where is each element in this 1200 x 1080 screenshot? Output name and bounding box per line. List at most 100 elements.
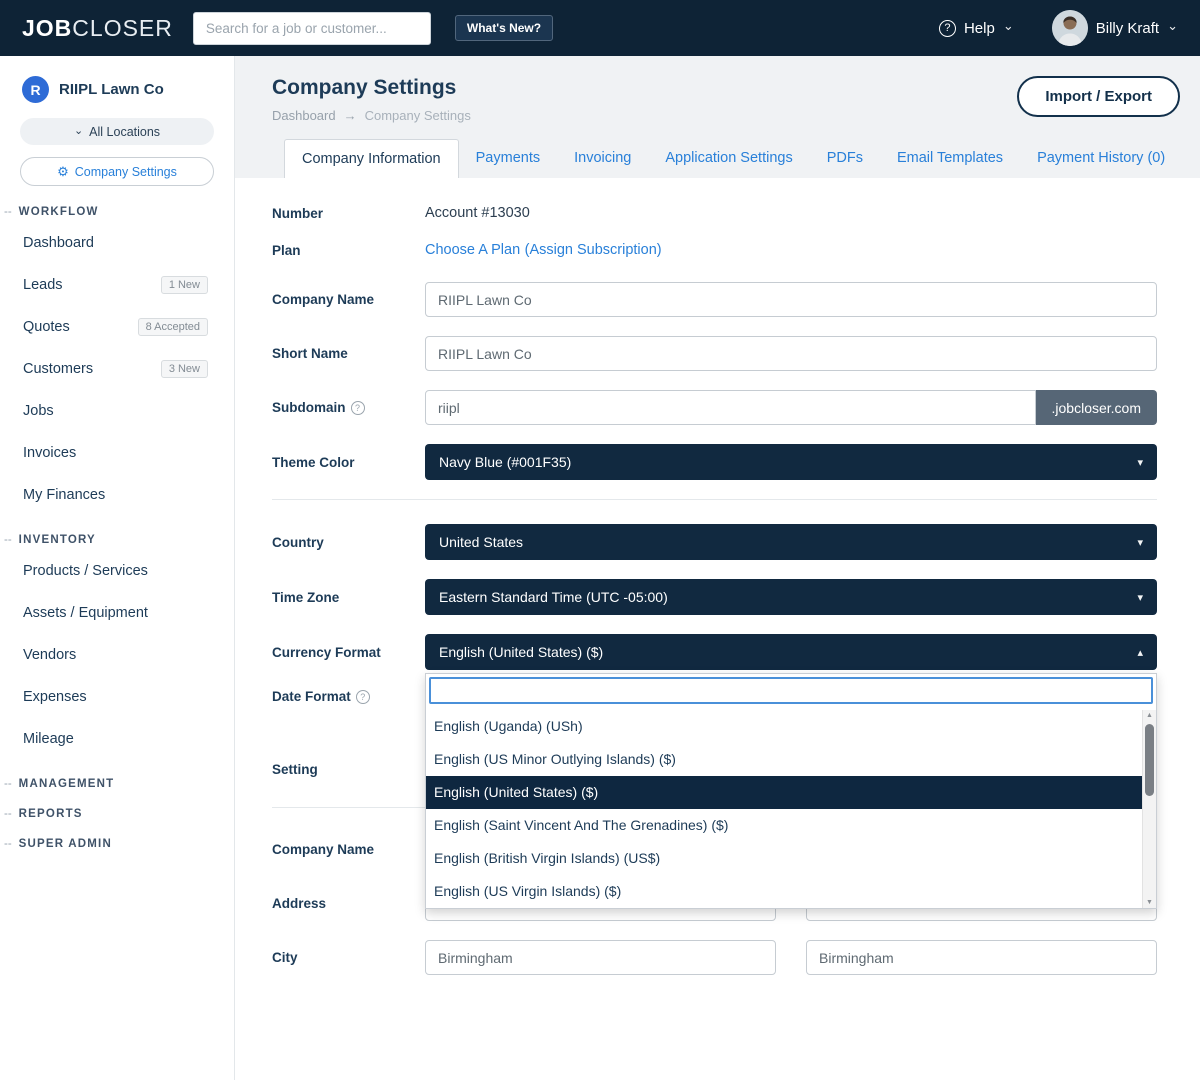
address-company-name-label: Company Name xyxy=(272,842,425,857)
tab-application-settings[interactable]: Application Settings xyxy=(648,139,809,178)
country-value: United States xyxy=(439,534,523,550)
user-avatar xyxy=(1052,10,1088,46)
user-menu[interactable]: Billy Kraft ⌄ xyxy=(1052,10,1178,46)
sidebar-item-label: Customers xyxy=(23,361,93,377)
subdomain-suffix: .jobcloser.com xyxy=(1036,390,1157,425)
country-select[interactable]: United States ▾ xyxy=(425,524,1157,560)
currency-option[interactable]: English (US Virgin Islands) ($) xyxy=(426,875,1142,908)
subdomain-label-text: Subdomain xyxy=(272,400,346,415)
sidebar-item-label: Expenses xyxy=(23,689,87,705)
short-name-row: Short Name xyxy=(272,336,1157,371)
help-icon: ? xyxy=(939,20,956,37)
scroll-up-icon[interactable]: ▲ xyxy=(1143,712,1156,719)
import-export-button[interactable]: Import / Export xyxy=(1017,76,1180,117)
sidebar-item-my-finances[interactable]: My Finances xyxy=(0,474,234,516)
tab-company-information[interactable]: Company Information xyxy=(284,139,459,178)
sidebar-item-quotes[interactable]: Quotes8 Accepted xyxy=(0,306,234,348)
breadcrumb-current: Company Settings xyxy=(365,108,471,123)
subdomain-input[interactable] xyxy=(425,390,1036,425)
sidebar-item-vendors[interactable]: Vendors xyxy=(0,634,234,676)
currency-dropdown-search-input[interactable] xyxy=(429,677,1153,704)
nav-header-label: MANAGEMENT xyxy=(19,778,115,790)
breadcrumb-dashboard[interactable]: Dashboard xyxy=(272,108,336,123)
theme-color-label: Theme Color xyxy=(272,455,425,470)
user-name: Billy Kraft xyxy=(1096,20,1159,37)
setting-label: Setting xyxy=(272,762,425,777)
currency-option[interactable]: English (Saint Vincent And The Grenadine… xyxy=(426,809,1142,842)
global-search-input[interactable] xyxy=(193,12,431,45)
scrollbar-thumb[interactable] xyxy=(1145,724,1154,796)
city-primary-input[interactable] xyxy=(425,940,776,975)
sidebar-item-jobs[interactable]: Jobs xyxy=(0,390,234,432)
sidebar-item-leads[interactable]: Leads1 New xyxy=(0,264,234,306)
sidebar-item-products-services[interactable]: Products / Services xyxy=(0,550,234,592)
main-content: Company Settings Dashboard → Company Set… xyxy=(235,56,1200,1080)
address-label: Address xyxy=(272,896,425,911)
caret-down-icon: ▾ xyxy=(1137,591,1143,604)
nav-header-label: SUPER ADMIN xyxy=(19,838,112,850)
timezone-select[interactable]: Eastern Standard Time (UTC -05:00) ▾ xyxy=(425,579,1157,615)
tab-email-templates[interactable]: Email Templates xyxy=(880,139,1020,178)
company-name-label: Company Name xyxy=(272,292,425,307)
sidebar-item-dashboard[interactable]: Dashboard xyxy=(0,222,234,264)
sidebar-item-expenses[interactable]: Expenses xyxy=(0,676,234,718)
tab-invoicing[interactable]: Invoicing xyxy=(557,139,648,178)
currency-option[interactable]: English (British Virgin Islands) (US$) xyxy=(426,842,1142,875)
tab-bar: Company Information Payments Invoicing A… xyxy=(272,139,1200,178)
sidebar-item-customers[interactable]: Customers 3 New xyxy=(0,348,234,390)
nav-section-reports[interactable]: -- REPORTS xyxy=(0,808,234,820)
assign-subscription-link[interactable]: Assign Subscription xyxy=(529,242,656,258)
account-number: Account #13030 xyxy=(425,205,530,221)
date-format-label-text: Date Format xyxy=(272,689,351,704)
whats-new-button[interactable]: What's New? xyxy=(455,15,553,41)
sidebar: R RIIPL Lawn Co ⌄ All Locations ⚙ Compan… xyxy=(0,56,235,1080)
caret-up-icon: ▴ xyxy=(1137,646,1143,659)
jobcloser-logo[interactable]: JOBCLOSER xyxy=(22,15,173,42)
nav-section-inventory: -- INVENTORY Products / Services Assets … xyxy=(0,534,234,760)
caret-down-icon: ▾ xyxy=(1137,456,1143,469)
currency-format-row: Currency Format English (United States) … xyxy=(272,634,1157,670)
page-header: Company Settings Dashboard → Company Set… xyxy=(235,56,1200,178)
scroll-down-icon[interactable]: ▼ xyxy=(1143,899,1156,906)
company-avatar: R xyxy=(22,76,49,103)
short-name-input[interactable] xyxy=(425,336,1157,371)
theme-color-select[interactable]: Navy Blue (#001F35) ▾ xyxy=(425,444,1157,480)
currency-option-selected[interactable]: English (United States) ($) xyxy=(426,776,1142,809)
tab-pdfs[interactable]: PDFs xyxy=(810,139,880,178)
sidebar-item-label: Assets / Equipment xyxy=(23,605,148,621)
plan-label: Plan xyxy=(272,243,425,258)
company-name-input[interactable] xyxy=(425,282,1157,317)
tab-payments[interactable]: Payments xyxy=(459,139,557,178)
section-dash-icon: -- xyxy=(4,808,12,820)
sidebar-item-mileage[interactable]: Mileage xyxy=(0,718,234,760)
timezone-row: Time Zone Eastern Standard Time (UTC -05… xyxy=(272,579,1157,615)
company-settings-button[interactable]: ⚙ Company Settings xyxy=(20,157,214,186)
theme-color-value: Navy Blue (#001F35) xyxy=(439,454,571,470)
subdomain-help-icon[interactable]: ? xyxy=(351,401,365,415)
tab-payment-history[interactable]: Payment History (0) xyxy=(1020,139,1182,178)
subdomain-label: Subdomain ? xyxy=(272,400,425,415)
top-bar: JOBCLOSER What's New? ? Help ⌄ Billy Kra… xyxy=(0,0,1200,56)
nav-header-label: REPORTS xyxy=(19,808,83,820)
currency-option[interactable]: English (Uganda) (USh) xyxy=(426,710,1142,743)
currency-format-select[interactable]: English (United States) ($) ▴ xyxy=(425,634,1157,670)
sidebar-item-invoices[interactable]: Invoices xyxy=(0,432,234,474)
nav-section-management[interactable]: -- MANAGEMENT xyxy=(0,778,234,790)
number-label: Number xyxy=(272,206,425,221)
choose-plan-link[interactable]: Choose A Plan xyxy=(425,242,520,258)
help-menu[interactable]: ? Help ⌄ xyxy=(939,20,1014,37)
sidebar-item-label: Vendors xyxy=(23,647,76,663)
leads-badge: 1 New xyxy=(161,276,208,294)
nav-header-management: -- MANAGEMENT xyxy=(0,778,234,790)
currency-option[interactable]: English (US Minor Outlying Islands) ($) xyxy=(426,743,1142,776)
gear-icon: ⚙ xyxy=(57,164,69,180)
nav-header-workflow: -- WORKFLOW xyxy=(0,206,234,218)
date-format-help-icon[interactable]: ? xyxy=(356,690,370,704)
currency-dropdown-options: English (Uganda) (USh) English (US Minor… xyxy=(426,710,1156,908)
nav-section-super-admin[interactable]: -- SUPER ADMIN xyxy=(0,838,234,850)
dropdown-scrollbar[interactable]: ▲ ▼ xyxy=(1142,710,1156,908)
customers-badge: 3 New xyxy=(161,360,208,378)
all-locations-dropdown[interactable]: ⌄ All Locations xyxy=(20,118,214,145)
city-secondary-input[interactable] xyxy=(806,940,1157,975)
sidebar-item-assets-equipment[interactable]: Assets / Equipment xyxy=(0,592,234,634)
